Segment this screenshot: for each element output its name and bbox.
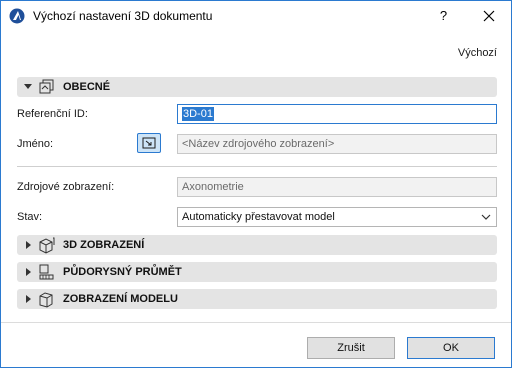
- archicad-icon: [9, 8, 25, 24]
- help-button[interactable]: ?: [421, 1, 466, 31]
- model-display-icon: [39, 292, 53, 308]
- name-label: Jméno:: [17, 138, 54, 150]
- dialog-window: Výchozí nastavení 3D dokumentu ? Výchozí…: [0, 0, 512, 368]
- floor-plan-icon: [39, 264, 54, 280]
- status-select-value: Automaticky přestavovat model: [182, 211, 335, 223]
- source-view-field: Axonometrie: [177, 177, 497, 197]
- chevron-right-icon: [26, 268, 31, 276]
- status-label: Stav:: [17, 211, 43, 223]
- section-divider: [17, 166, 497, 167]
- reference-id-label: Referenční ID:: [17, 108, 88, 120]
- cancel-button[interactable]: Zrušit: [307, 337, 395, 359]
- chevron-right-icon: [26, 241, 31, 249]
- defaults-link[interactable]: Výchozí: [458, 47, 497, 59]
- ok-button[interactable]: OK: [407, 337, 495, 359]
- window-title: Výchozí nastavení 3D dokumentu: [33, 9, 213, 23]
- status-select[interactable]: Automaticky přestavovat model: [177, 207, 497, 227]
- chevron-right-icon: [26, 295, 31, 303]
- section-general-title: OBECNÉ: [63, 81, 111, 93]
- link-source-name-button[interactable]: [137, 133, 161, 153]
- section-floor-plan-title: PŮDORYSNÝ PRŮMĚT: [63, 266, 182, 278]
- source-view-label: Zdrojové zobrazení:: [17, 181, 115, 193]
- close-icon: [483, 10, 494, 22]
- reference-id-value: 3D-01: [182, 107, 214, 121]
- general-settings-icon: [39, 79, 54, 94]
- section-general-header[interactable]: OBECNÉ: [17, 77, 497, 97]
- section-3d-view-title: 3D ZOBRAZENÍ: [63, 239, 145, 251]
- section-3d-view-header[interactable]: 3D ZOBRAZENÍ: [17, 235, 497, 255]
- reference-id-input[interactable]: 3D-01: [177, 104, 497, 124]
- footer-divider: [1, 322, 511, 323]
- close-button[interactable]: [466, 1, 511, 31]
- 3d-view-icon: [39, 237, 55, 254]
- section-model-display-header[interactable]: ZOBRAZENÍ MODELU: [17, 289, 497, 309]
- link-arrow-icon: [142, 137, 156, 149]
- section-floor-plan-header[interactable]: PŮDORYSNÝ PRŮMĚT: [17, 262, 497, 282]
- title-bar: Výchozí nastavení 3D dokumentu ?: [1, 1, 511, 31]
- chevron-down-icon: [24, 84, 32, 89]
- chevron-down-icon: [481, 214, 491, 220]
- dialog-content: Výchozí OBECNÉ Referenční ID: 3D-01 Jmén…: [1, 31, 511, 367]
- section-model-display-title: ZOBRAZENÍ MODELU: [63, 293, 178, 305]
- name-field[interactable]: <Název zdrojového zobrazení>: [177, 134, 497, 154]
